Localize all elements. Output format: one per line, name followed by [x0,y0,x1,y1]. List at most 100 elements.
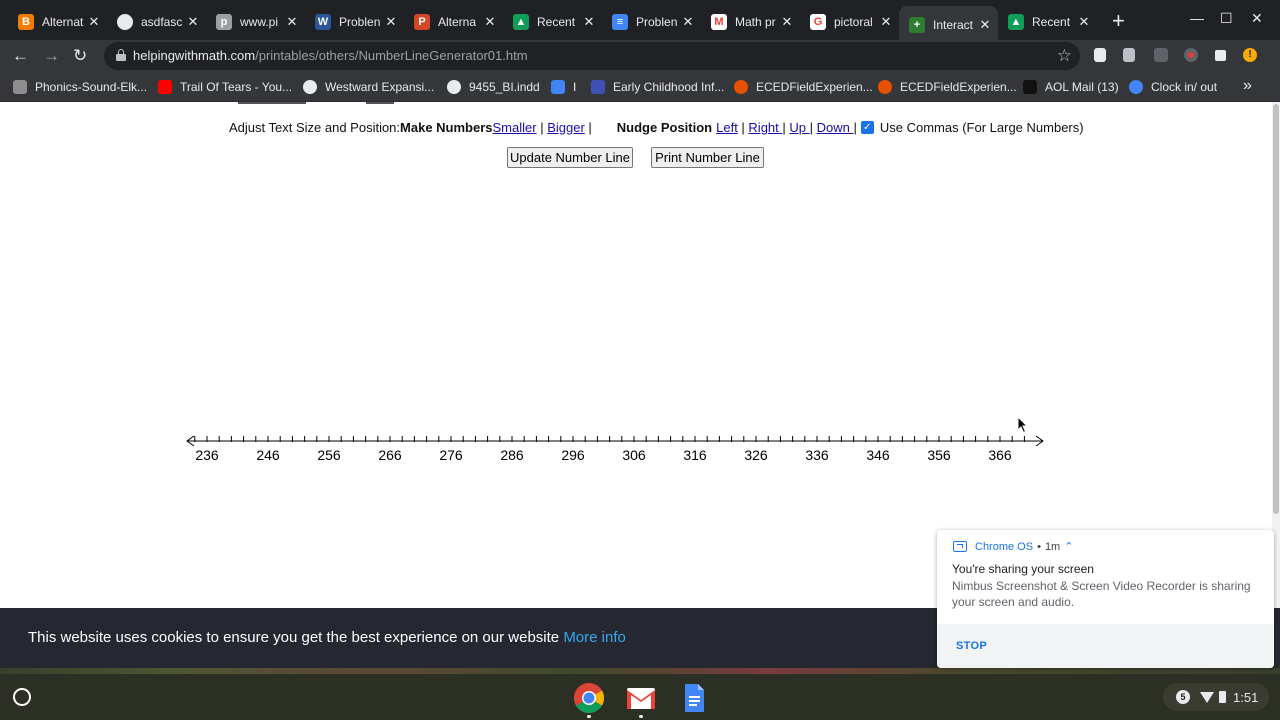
browser-tab[interactable]: ≡ Problen ✕ [602,7,701,37]
url-text[interactable]: helpingwithmath.com/printables/others/Nu… [133,48,528,63]
forward-button[interactable]: → [43,46,60,66]
tick-label: 346 [866,447,890,463]
bookmark-label: ECEDFieldExperien... [900,80,1017,94]
tab-title: Problen [636,15,678,29]
browser-tab[interactable]: p www.pi ✕ [206,7,305,37]
tab-title: Recent [537,15,576,29]
chrome-icon[interactable] [573,682,605,714]
new-tab-button[interactable]: + [1112,10,1125,32]
tick-label: 306 [622,447,646,463]
browser-tab[interactable]: P Alterna ✕ [404,7,503,37]
chromeos-shelf: 5 1:51 [0,674,1280,720]
tab-close-icon[interactable]: ✕ [780,14,794,30]
tab-close-icon[interactable]: ✕ [186,14,200,30]
launcher-icon[interactable] [13,688,31,706]
chevron-up-icon[interactable]: ⌃ [1064,540,1073,553]
bookmark-label: Westward Expansi... [325,80,435,94]
notification-header: Chrome OS • 1m ⌃ [953,540,1073,553]
bookmark-item[interactable]: Phonics-Sound-Elk... [13,79,147,95]
extensions-puzzle-icon[interactable] [1214,48,1228,62]
site-icon [13,80,27,94]
tab-title: www.pi [240,15,279,29]
bookmark-item[interactable]: Westward Expansi... [303,79,434,95]
powerpoint-icon: P [414,14,430,30]
bookmarks-overflow-button[interactable]: » [1243,77,1252,95]
bookmark-label: AOL Mail (13) [1045,80,1119,94]
notification-actions: STOP [937,624,1274,668]
bookmark-item[interactable]: ECEDFieldExperien... [878,79,1017,95]
scrollbar-thumb[interactable] [1273,104,1279,514]
maximize-button[interactable]: ☐ [1220,10,1233,27]
tab-close-icon[interactable]: ✕ [978,17,992,33]
reload-button[interactable]: ↻ [73,46,87,66]
browser-tab[interactable]: ▲ Recent ✕ [503,7,602,37]
tick-label: 316 [683,447,707,463]
bookmark-item[interactable]: I [551,79,576,95]
url-path: /printables/others/NumberLineGenerator01… [255,48,528,63]
forms-icon [591,80,605,94]
tab-close-icon[interactable]: ✕ [384,14,398,30]
tick-label: 366 [988,447,1012,463]
browser-tab[interactable]: M Math pr ✕ [701,7,800,37]
cookie-message: This website uses cookies to ensure you … [28,629,564,646]
browser-tab[interactable]: + Interact ✕ [899,6,998,44]
status-tray[interactable]: 5 1:51 [1163,683,1269,711]
browser-tab[interactable]: Gpictoral ✕ [800,7,899,37]
gmail-icon[interactable] [625,682,657,714]
docs-icon [551,80,565,94]
back-button[interactable]: ← [12,46,29,66]
separator-dot: • [1037,540,1041,553]
tab-close-icon[interactable]: ✕ [879,14,893,30]
bookmark-item[interactable]: ECEDFieldExperien... [734,79,873,95]
browser-tab[interactable]: ▲ Recent ✕ [998,7,1097,37]
bookmark-star-icon[interactable]: ☆ [1057,46,1072,66]
tab-close-icon[interactable]: ✕ [87,14,101,30]
tab-title: Recent [1032,15,1071,29]
lock-icon[interactable] [116,49,126,61]
tab-close-icon[interactable]: ✕ [582,14,596,30]
battery-icon [1219,691,1226,703]
bookmark-item[interactable]: Early Childhood Inf... [591,79,724,95]
bookmark-item[interactable]: 9455_BI.indd [447,79,540,95]
tick-label: 356 [927,447,951,463]
running-indicator [587,715,591,718]
minimize-button[interactable]: — [1190,10,1204,26]
sparkle-icon [734,80,748,94]
bookmark-item[interactable]: AOL Mail (13) [1023,79,1119,95]
clock-time: 1:51 [1233,689,1259,705]
docs-icon[interactable] [678,682,710,714]
update-alert-icon[interactable]: ! [1243,48,1257,62]
bookmark-label: Clock in/ out [1151,80,1218,94]
browser-tab[interactable]: W Problen ✕ [305,7,404,37]
notification-source: Chrome OS [975,540,1034,553]
extension-doc-icon[interactable] [1094,48,1106,62]
mouse-cursor-icon [1017,416,1029,434]
clock-site-icon [1129,80,1143,94]
close-window-button[interactable]: ✕ [1251,10,1263,27]
helpingwithmath-icon: + [909,17,925,33]
tab-close-icon[interactable]: ✕ [681,14,695,30]
pinterest-icon: p [216,14,232,30]
tab-title: Problen [339,15,381,29]
browser-tab[interactable]: asdfasc ✕ [107,7,206,37]
extension-lock-icon[interactable] [1123,48,1135,62]
stop-sharing-button[interactable]: STOP [956,640,987,652]
bookmark-item[interactable]: Clock in/ out [1129,79,1217,95]
screen-share-notification[interactable]: Chrome OS • 1m ⌃ You're sharing your scr… [937,530,1274,668]
tab-close-icon[interactable]: ✕ [1077,14,1091,30]
tab-close-icon[interactable]: ✕ [285,14,299,30]
address-bar[interactable]: helpingwithmath.com/printables/others/Nu… [104,42,1080,70]
browser-tab[interactable]: B Alternat ✕ [8,7,107,37]
tick-label: 276 [439,447,463,463]
wifi-icon [1200,691,1214,703]
blogger-icon: B [18,14,34,30]
browser-toolbar: ← → ↻ helpingwithmath.com/printables/oth… [0,40,1280,72]
bookmark-item[interactable]: Trail Of Tears - You... [158,79,292,95]
more-info-link[interactable]: More info [563,629,626,646]
gmail-icon: M [711,14,727,30]
tab-close-icon[interactable]: ✕ [483,14,497,30]
extension-grid-icon[interactable] [1154,48,1168,62]
globe-icon [303,80,317,94]
extension-record-icon[interactable] [1184,48,1198,62]
tab-title: Interact [933,18,974,32]
